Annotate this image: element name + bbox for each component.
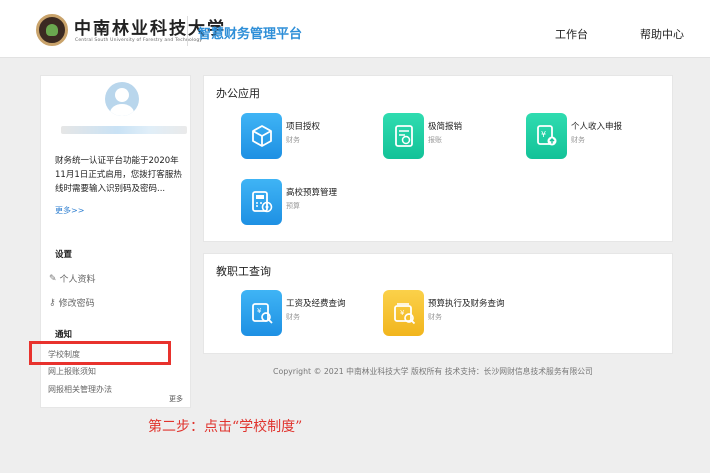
staff-panel-title: 教职工查询 bbox=[216, 265, 271, 278]
cube-icon bbox=[241, 113, 282, 159]
app-category: 财务 bbox=[571, 136, 585, 144]
finance-search-icon: ¥ bbox=[383, 290, 424, 336]
change-password-label: 修改密码 bbox=[58, 299, 95, 309]
notify-item-management-rules[interactable]: 网报相关管理办法 bbox=[48, 384, 112, 395]
invoice-icon bbox=[383, 113, 424, 159]
income-report-icon: ¥ bbox=[526, 113, 567, 159]
nav-workbench-link[interactable]: 工作台 bbox=[555, 26, 588, 42]
user-avatar-icon bbox=[105, 82, 139, 116]
profile-link[interactable]: ✎ 个人资料 bbox=[49, 272, 96, 286]
profile-label: 个人资料 bbox=[59, 275, 96, 285]
app-category: 财务 bbox=[286, 136, 300, 144]
svg-text:¥: ¥ bbox=[400, 309, 405, 317]
nav-help-link[interactable]: 帮助中心 bbox=[640, 26, 684, 42]
notify-item-online-reimbursement[interactable]: 网上报账须知 bbox=[48, 366, 96, 377]
notice-more-link[interactable]: 更多>> bbox=[55, 205, 84, 216]
footer-copyright: Copyright © 2021 中南林业科技大学 版权所有 技术支持：长沙网财… bbox=[273, 367, 593, 376]
header-divider bbox=[187, 16, 188, 46]
edit-icon: ✎ bbox=[49, 273, 57, 284]
app-name: 极简报销 bbox=[428, 122, 463, 132]
top-header: 中南林业科技大学 Central South University of For… bbox=[0, 0, 710, 58]
app-name: 项目授权 bbox=[286, 122, 321, 132]
staff-query-panel: 教职工查询 ¥ 工资及经费查询 财务 ¥ 预算执行及财务查询 财务 bbox=[203, 253, 673, 354]
app-name: 个人收入申报 bbox=[571, 122, 623, 132]
app-name: 工资及经费查询 bbox=[286, 299, 346, 309]
platform-title: 智慧财务管理平台 bbox=[198, 27, 303, 42]
app-category: 财务 bbox=[286, 313, 300, 321]
university-emblem-icon bbox=[36, 14, 68, 46]
app-name: 高校预算管理 bbox=[286, 188, 338, 198]
step-highlight-box bbox=[29, 341, 171, 365]
notify-section-title: 通知 bbox=[55, 330, 73, 340]
svg-text:¥: ¥ bbox=[541, 130, 546, 139]
app-category: 报账 bbox=[428, 136, 442, 144]
office-panel-title: 办公应用 bbox=[216, 87, 260, 100]
blurred-user-name bbox=[61, 126, 187, 134]
salary-search-icon: ¥ bbox=[241, 290, 282, 336]
step-instruction-note: 第二步：点击“学校制度” bbox=[148, 419, 303, 435]
settings-section-title: 设置 bbox=[55, 250, 73, 260]
app-name: 预算执行及财务查询 bbox=[428, 299, 505, 309]
platform-notice: 财务统一认证平台功能于2020年11月1日正式启用，您拨打客服热线时需要输入识别… bbox=[55, 156, 182, 194]
app-category: 预算 bbox=[286, 202, 300, 210]
app-category: 财务 bbox=[428, 313, 442, 321]
office-apps-panel: 办公应用 项目授权 财务 极简报销 报账 ¥ 个人收入申报 财务 高校预算管理 … bbox=[203, 75, 673, 242]
svg-text:¥: ¥ bbox=[257, 307, 262, 315]
change-password-link[interactable]: ⚷ 修改密码 bbox=[49, 296, 95, 310]
notify-more-link[interactable]: 更多 bbox=[169, 394, 183, 404]
key-icon: ⚷ bbox=[49, 297, 56, 308]
university-name-en: Central South University of Forestry and… bbox=[75, 38, 203, 43]
budget-calculator-icon bbox=[241, 179, 282, 225]
